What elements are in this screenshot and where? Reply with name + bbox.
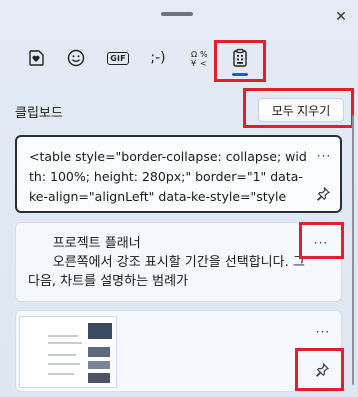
more-options-button[interactable]: ··· — [314, 325, 332, 339]
clipboard-item-2[interactable]: 프로젝트 플래너 오른쪽에서 강조 표시할 기간을 선택합니다. 그 다음, 차… — [15, 222, 342, 302]
clipboard-item-text: 프로젝트 플래너 오른쪽에서 강조 표시할 기간을 선택합니다. 그 다음, 차… — [28, 236, 305, 289]
close-button[interactable]: ✕ — [330, 6, 352, 28]
emoji-clipboard-panel: ✕ GIF ;-) Ω % ¥ < 클립보드 모두 지우기 <table sty… — [0, 0, 358, 397]
pin-button[interactable] — [313, 361, 331, 379]
pin-button[interactable] — [314, 185, 332, 203]
tab-gif[interactable]: GIF — [100, 40, 136, 76]
tab-emoji[interactable] — [58, 40, 94, 76]
section-title: 클립보드 — [15, 106, 63, 121]
smiley-icon — [67, 49, 85, 67]
clipboard-icon — [233, 48, 247, 67]
pin-icon — [317, 187, 330, 201]
symbols-icon: Ω % ¥ < — [191, 50, 208, 67]
scrollbar[interactable] — [352, 115, 354, 385]
heart-sticker-icon — [29, 50, 44, 66]
tab-favorites[interactable] — [18, 40, 54, 76]
clipboard-item-text: <table style="border-collapse: collapse;… — [29, 149, 307, 204]
svg-text:%: % — [200, 50, 208, 59]
more-options-button[interactable]: ··· — [312, 236, 330, 250]
clipboard-image-thumbnail — [19, 316, 117, 388]
clipboard-item-1[interactable]: <table style="border-collapse: collapse;… — [15, 135, 342, 213]
tab-kaomoji[interactable]: ;-) — [140, 40, 176, 76]
selected-tab-indicator — [232, 73, 248, 76]
clear-all-button[interactable]: 모두 지우기 — [258, 98, 344, 122]
kaomoji-icon: ;-) — [150, 50, 166, 66]
more-icon: ··· — [316, 149, 332, 163]
more-icon: ··· — [313, 236, 329, 250]
drag-handle[interactable] — [161, 12, 193, 16]
tab-clipboard[interactable] — [222, 40, 258, 76]
gif-icon: GIF — [107, 51, 129, 65]
more-options-button[interactable]: ··· — [315, 149, 333, 163]
svg-text:<: < — [200, 59, 207, 67]
more-icon: ··· — [315, 325, 331, 339]
pin-icon — [316, 363, 329, 377]
svg-text:Ω: Ω — [191, 50, 197, 59]
clipboard-item-3[interactable]: ··· — [15, 310, 342, 392]
svg-text:¥: ¥ — [191, 59, 196, 67]
tab-symbols[interactable]: Ω % ¥ < — [182, 40, 218, 76]
close-icon: ✕ — [335, 9, 347, 25]
